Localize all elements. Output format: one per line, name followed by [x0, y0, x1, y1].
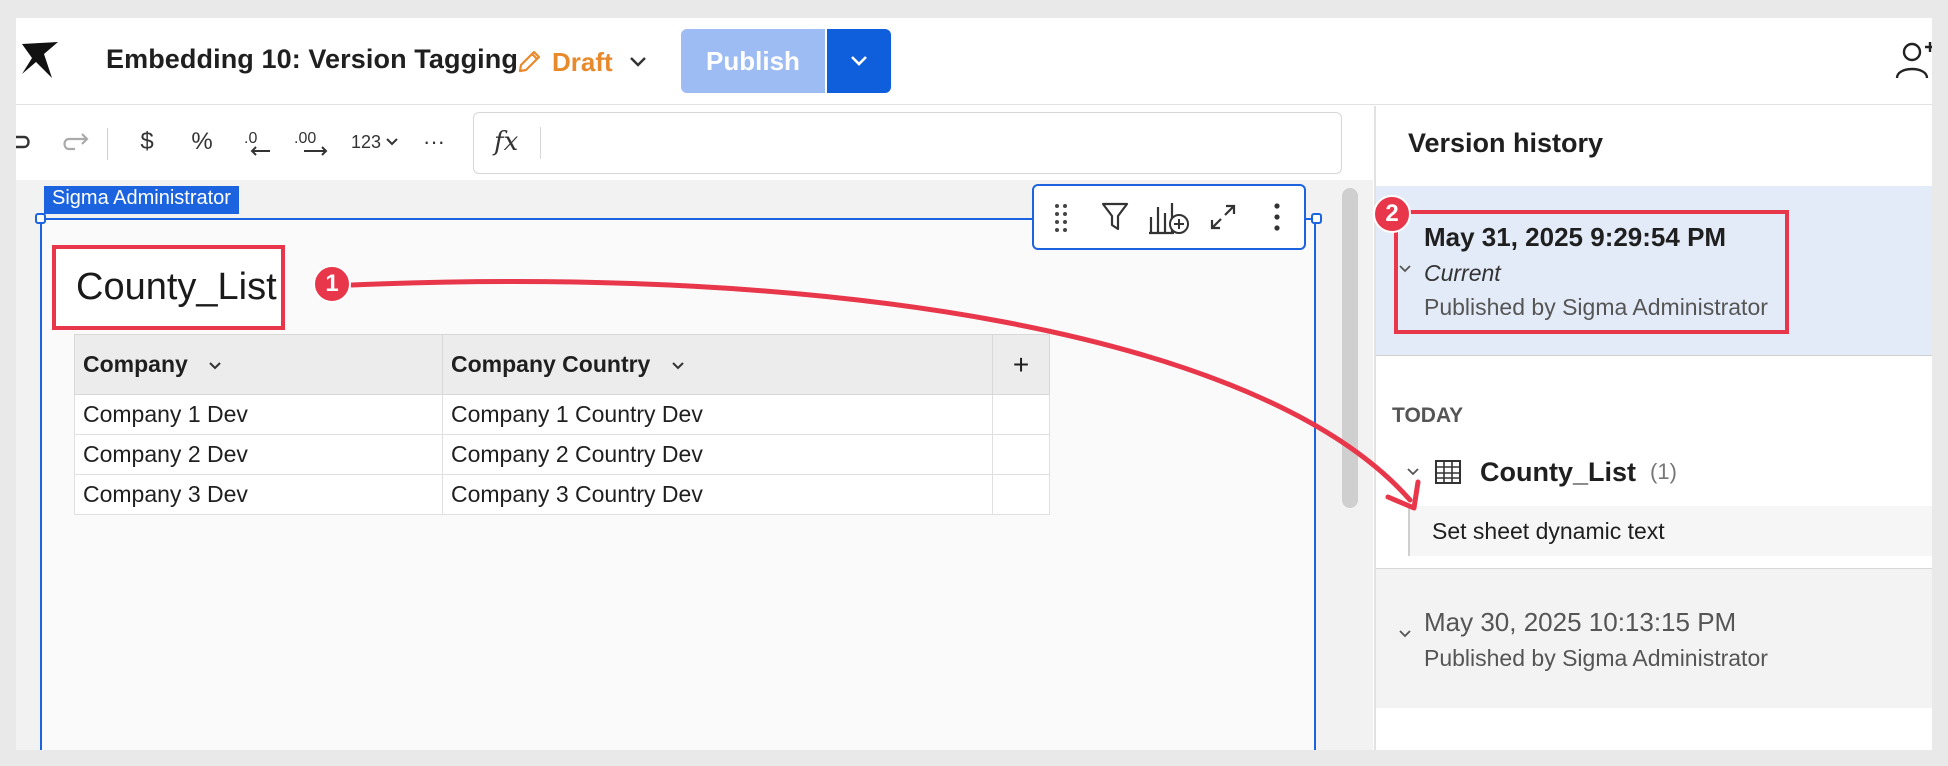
table-cell[interactable]: Company 3 Dev	[74, 474, 443, 515]
decrease-decimals-icon[interactable]: .0	[240, 126, 278, 158]
table-title[interactable]: County_List	[76, 266, 277, 309]
app-window: Embedding 10: Version Tagging Draft Publ…	[16, 18, 1932, 750]
pencil-icon	[518, 50, 541, 73]
table-cell[interactable]: Company 3 Country Dev	[442, 474, 993, 515]
version-history-panel: Version history May 31, 2025 9:29:54 PM …	[1374, 106, 1932, 750]
change-detail-text: Set sheet dynamic text	[1432, 518, 1665, 544]
today-section-label: TODAY	[1392, 404, 1464, 427]
more-options-button[interactable]: ···	[416, 126, 452, 158]
percent-format-button[interactable]: %	[184, 126, 220, 158]
resize-handle-top-left[interactable]	[35, 213, 46, 224]
column-header-company[interactable]: Company	[74, 334, 443, 395]
number-format-label: 123	[350, 131, 382, 152]
add-column-button[interactable]: +	[992, 334, 1050, 395]
expand-icon[interactable]	[1196, 190, 1250, 244]
filter-icon[interactable]	[1088, 190, 1142, 244]
annotation-badge-1: 1	[313, 265, 351, 303]
draft-label: Draft	[552, 46, 613, 77]
table-header-row: Company Company Country +	[74, 334, 1050, 395]
chevron-down-icon	[851, 56, 867, 66]
data-table: Company Company Country + Company 1 Dev …	[74, 334, 1050, 515]
change-element-name: County_List	[1480, 456, 1637, 487]
table-cell[interactable]: Company 2 Dev	[74, 434, 443, 475]
table-cell[interactable]: Company 1 Dev	[74, 394, 443, 435]
table-cell	[992, 474, 1050, 515]
chevron-down-icon[interactable]	[1398, 629, 1412, 639]
change-group-county-list[interactable]: County_List (1)	[1406, 452, 1677, 492]
chevron-down-icon[interactable]	[671, 361, 685, 371]
svg-text:.0: .0	[244, 130, 257, 147]
table-row: Company 1 Dev Company 1 Country Dev	[74, 394, 1050, 435]
chevron-down-icon[interactable]	[1406, 467, 1420, 477]
formula-divider	[540, 127, 541, 159]
undo-icon[interactable]	[16, 126, 32, 158]
table-row: Company 3 Dev Company 3 Country Dev	[74, 474, 1050, 515]
chevron-down-icon	[386, 138, 398, 146]
table-icon	[1435, 460, 1461, 484]
sigma-logo-icon[interactable]	[18, 38, 64, 84]
currency-format-button[interactable]: $	[132, 126, 162, 158]
add-chart-icon[interactable]	[1142, 190, 1196, 244]
formatting-toolbar: $ % .0 .00 123 ··· fx	[16, 106, 1376, 180]
table-cell[interactable]: Company 2 Country Dev	[442, 434, 993, 475]
chevron-down-icon	[629, 57, 646, 67]
column-header-label: Company	[83, 351, 188, 377]
canvas-scrollbar[interactable]	[1342, 188, 1358, 508]
drag-handle-icon[interactable]	[1034, 190, 1088, 244]
version-date: May 30, 2025 10:13:15 PM	[1424, 607, 1737, 637]
number-format-dropdown[interactable]: 123	[346, 126, 404, 158]
formula-bar[interactable]: fx	[473, 112, 1342, 174]
element-owner-tag: Sigma Administrator	[44, 186, 239, 214]
draft-status-button[interactable]: Draft	[516, 42, 647, 82]
version-published-by: Published by Sigma Administrator	[1424, 645, 1768, 671]
change-detail-item: Set sheet dynamic text	[1408, 506, 1932, 556]
document-title[interactable]: Embedding 10: Version Tagging	[106, 44, 518, 75]
publish-button[interactable]: Publish	[681, 29, 825, 93]
panel-title: Version history	[1408, 128, 1604, 158]
table-row: Company 2 Dev Company 2 Country Dev	[74, 434, 1050, 475]
redo-icon[interactable]	[60, 126, 92, 158]
publish-options-button[interactable]	[827, 29, 891, 93]
increase-decimals-icon[interactable]: .00	[292, 126, 338, 158]
annotation-badge-2: 2	[1373, 195, 1411, 233]
table-cell	[992, 434, 1050, 475]
column-header-label: Company Country	[451, 351, 651, 377]
toolbar-divider	[107, 128, 108, 160]
version-item-previous[interactable]: May 30, 2025 10:13:15 PM Published by Si…	[1376, 568, 1932, 708]
table-cell[interactable]: Company 1 Country Dev	[442, 394, 993, 435]
change-count: (1)	[1650, 459, 1677, 484]
svg-text:.00: .00	[294, 130, 316, 147]
version-highlight-box	[1394, 210, 1789, 334]
table-cell	[992, 394, 1050, 435]
column-header-company-country[interactable]: Company Country	[442, 334, 993, 395]
formula-icon: fx	[494, 127, 519, 157]
element-toolbar	[1032, 184, 1306, 250]
header: Embedding 10: Version Tagging Draft Publ…	[16, 18, 1932, 105]
chevron-down-icon[interactable]	[208, 361, 222, 371]
version-item-current[interactable]: May 31, 2025 9:29:54 PM Current Publishe…	[1376, 186, 1932, 356]
add-user-icon[interactable]	[1894, 38, 1932, 82]
kebab-menu-icon[interactable]	[1250, 190, 1304, 244]
resize-handle-top-right[interactable]	[1311, 213, 1322, 224]
